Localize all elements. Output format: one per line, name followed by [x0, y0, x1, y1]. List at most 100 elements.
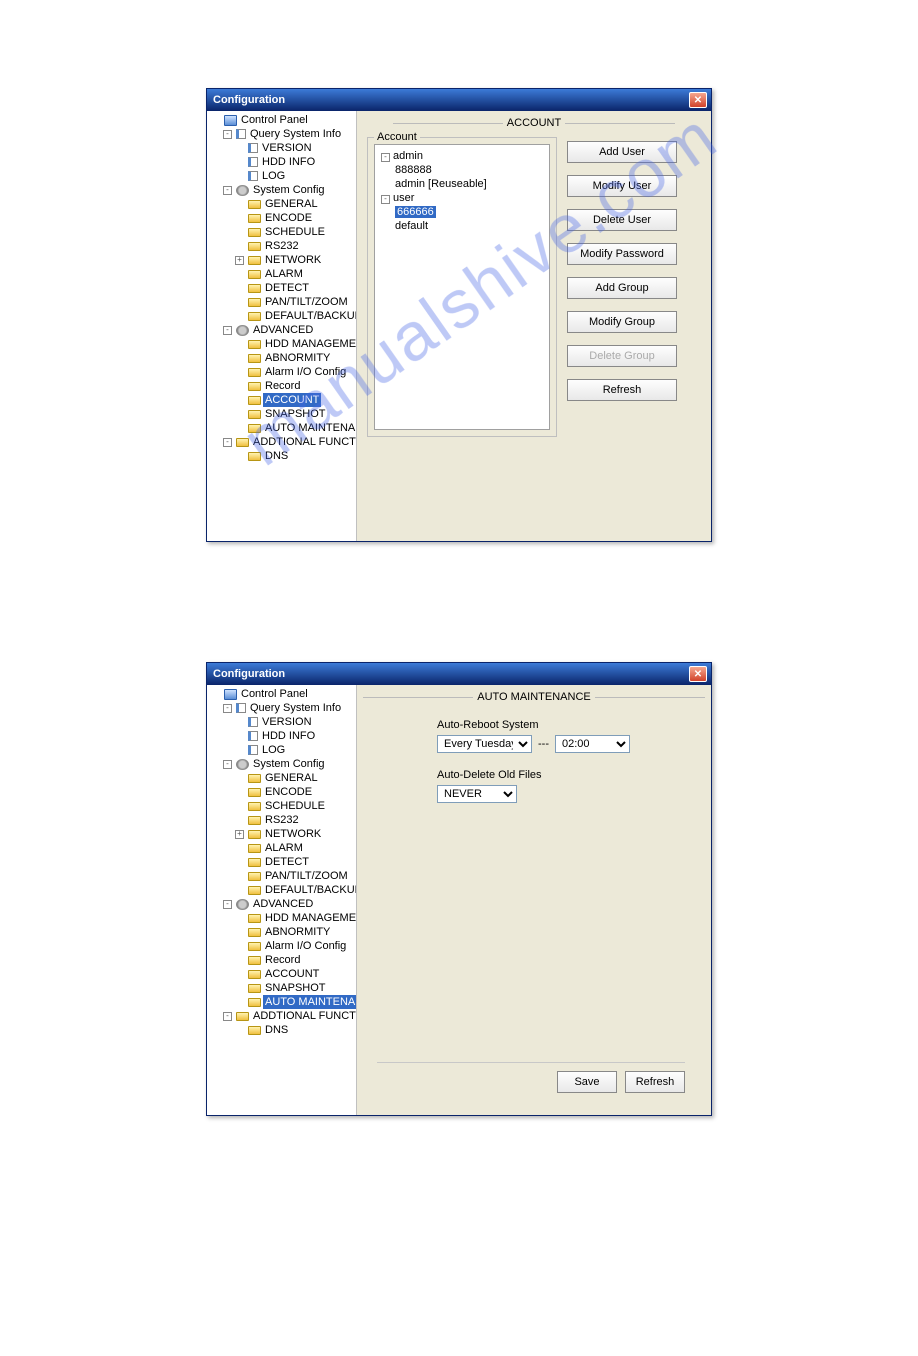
expand-icon[interactable]: -: [223, 704, 232, 713]
save-button[interactable]: Save: [557, 1071, 617, 1093]
tree-item[interactable]: ABNORMITY: [233, 351, 356, 365]
auto-reboot-day-select[interactable]: Every Tuesday: [437, 735, 532, 753]
gear-icon: [236, 759, 249, 770]
delete-group-button[interactable]: Delete Group: [567, 345, 677, 367]
tree-item[interactable]: VERSION: [233, 715, 356, 729]
folder-icon: [248, 270, 261, 279]
tree-item[interactable]: Record: [233, 953, 356, 967]
tree-item[interactable]: RS232: [233, 239, 356, 253]
tree-item[interactable]: GENERAL: [233, 771, 356, 785]
modify-password-button[interactable]: Modify Password: [567, 243, 677, 265]
tree-item[interactable]: Alarm I/O Config: [233, 939, 356, 953]
tree-group[interactable]: -Query System Info: [221, 701, 356, 715]
close-icon[interactable]: ✕: [689, 666, 707, 682]
tree-item[interactable]: DNS: [233, 449, 356, 463]
expand-icon[interactable]: -: [223, 1012, 232, 1021]
modify-user-button[interactable]: Modify User: [567, 175, 677, 197]
folder-icon: [248, 228, 261, 237]
delete-user-button[interactable]: Delete User: [567, 209, 677, 231]
tree-item[interactable]: ENCODE: [233, 785, 356, 799]
account-item[interactable]: 666666: [395, 206, 436, 218]
folder-icon: [248, 886, 261, 895]
expand-icon[interactable]: -: [223, 900, 232, 909]
page-icon: [248, 731, 258, 741]
tree-item[interactable]: LOG: [233, 743, 356, 757]
expand-icon[interactable]: -: [381, 153, 390, 162]
titlebar[interactable]: Configuration ✕: [207, 89, 711, 111]
tree-group[interactable]: -System Config: [221, 183, 356, 197]
tree-item[interactable]: HDD MANAGEMENT: [233, 911, 356, 925]
titlebar[interactable]: Configuration ✕: [207, 663, 711, 685]
account-item[interactable]: admin [Reuseable]: [395, 178, 487, 190]
account-group[interactable]: user: [393, 192, 414, 204]
add-group-button[interactable]: Add Group: [567, 277, 677, 299]
tree-item[interactable]: Alarm I/O Config: [233, 365, 356, 379]
tree-item[interactable]: DETECT: [233, 855, 356, 869]
tree-item[interactable]: ACCOUNT: [233, 967, 356, 981]
tree-item[interactable]: DNS: [233, 1023, 356, 1037]
auto-delete-label: Auto-Delete Old Files: [437, 769, 685, 781]
tree-item[interactable]: Record: [233, 379, 356, 393]
tree-group[interactable]: -ADVANCED: [221, 897, 356, 911]
account-item[interactable]: 888888: [395, 164, 432, 176]
expand-icon[interactable]: -: [223, 130, 232, 139]
tree-item[interactable]: HDD MANAGEMENT: [233, 337, 356, 351]
tree-item[interactable]: DEFAULT/BACKUP: [233, 883, 356, 897]
tree-root[interactable]: Control Panel: [209, 113, 356, 127]
tree-group[interactable]: -System Config: [221, 757, 356, 771]
tree-item[interactable]: +NETWORK: [233, 253, 356, 267]
close-icon[interactable]: ✕: [689, 92, 707, 108]
account-item[interactable]: default: [395, 220, 428, 232]
auto-reboot-time-select[interactable]: 02:00: [555, 735, 630, 753]
tree-item[interactable]: SNAPSHOT: [233, 407, 356, 421]
expand-icon[interactable]: -: [223, 326, 232, 335]
tree-item[interactable]: DEFAULT/BACKUP: [233, 309, 356, 323]
expand-icon[interactable]: -: [381, 195, 390, 204]
account-tree[interactable]: -admin888888admin [Reuseable]-user666666…: [374, 144, 550, 430]
tree-item[interactable]: ALARM: [233, 841, 356, 855]
gear-icon: [236, 325, 249, 336]
tree-item[interactable]: DETECT: [233, 281, 356, 295]
tree-item[interactable]: ACCOUNT: [233, 393, 356, 407]
expand-icon[interactable]: -: [223, 760, 232, 769]
folder-icon: [248, 312, 261, 321]
modify-group-button[interactable]: Modify Group: [567, 311, 677, 333]
tree-group[interactable]: -ADDTIONAL FUNCTION: [221, 1009, 356, 1023]
expand-icon[interactable]: +: [235, 830, 244, 839]
tree-item[interactable]: ALARM: [233, 267, 356, 281]
expand-icon[interactable]: -: [223, 186, 232, 195]
tree-item[interactable]: +NETWORK: [233, 827, 356, 841]
tree-item[interactable]: AUTO MAINTENANCE: [233, 421, 356, 435]
gear-icon: [236, 185, 249, 196]
tree-item[interactable]: GENERAL: [233, 197, 356, 211]
tree-item[interactable]: SCHEDULE: [233, 799, 356, 813]
tree-item[interactable]: LOG: [233, 169, 356, 183]
auto-delete-select[interactable]: NEVER: [437, 785, 517, 803]
tree-item[interactable]: ABNORMITY: [233, 925, 356, 939]
add-user-button[interactable]: Add User: [567, 141, 677, 163]
tree-item[interactable]: RS232: [233, 813, 356, 827]
tree-group[interactable]: -Query System Info: [221, 127, 356, 141]
tree-item[interactable]: HDD INFO: [233, 729, 356, 743]
tree-root[interactable]: Control Panel: [209, 687, 356, 701]
tree-group[interactable]: -ADDTIONAL FUNCTION: [221, 435, 356, 449]
folder-icon: [248, 816, 261, 825]
refresh-button[interactable]: Refresh: [625, 1071, 685, 1093]
folder-icon: [248, 788, 261, 797]
tree-group[interactable]: -ADVANCED: [221, 323, 356, 337]
expand-icon[interactable]: +: [235, 256, 244, 265]
tree-item[interactable]: PAN/TILT/ZOOM: [233, 295, 356, 309]
expand-icon[interactable]: -: [223, 438, 232, 447]
tree-item[interactable]: AUTO MAINTENANCE: [233, 995, 356, 1009]
tree-item[interactable]: PAN/TILT/ZOOM: [233, 869, 356, 883]
tree-item[interactable]: HDD INFO: [233, 155, 356, 169]
account-group[interactable]: admin: [393, 150, 423, 162]
nav-tree[interactable]: Control Panel-Query System InfoVERSIONHD…: [207, 111, 357, 541]
tree-item[interactable]: SCHEDULE: [233, 225, 356, 239]
tree-item[interactable]: SNAPSHOT: [233, 981, 356, 995]
nav-tree[interactable]: Control Panel-Query System InfoVERSIONHD…: [207, 685, 357, 1115]
refresh-button[interactable]: Refresh: [567, 379, 677, 401]
tree-item[interactable]: VERSION: [233, 141, 356, 155]
page-icon: [236, 129, 246, 139]
tree-item[interactable]: ENCODE: [233, 211, 356, 225]
